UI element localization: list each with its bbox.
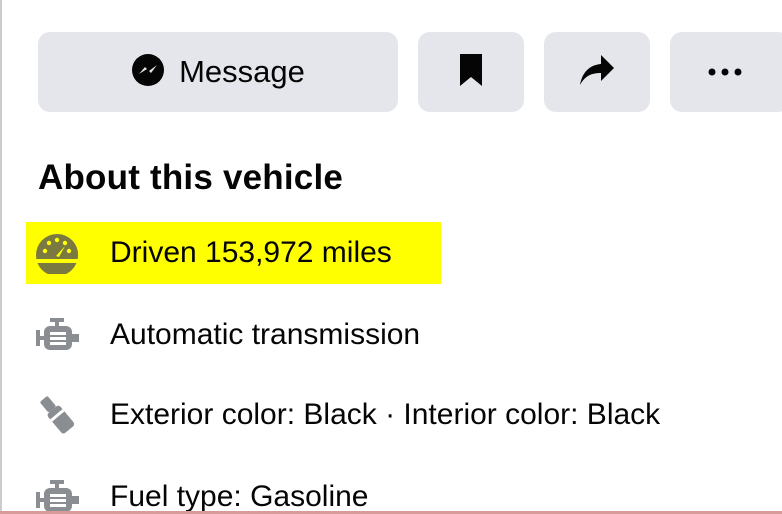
messenger-icon xyxy=(131,53,165,92)
detail-row-fuel: Fuel type: Gasoline xyxy=(26,466,368,514)
engine-icon xyxy=(34,471,94,514)
transmission-text: Automatic transmission xyxy=(110,318,421,351)
section-heading: About this vehicle xyxy=(38,158,344,197)
detail-row-transmission: Automatic transmission xyxy=(26,304,420,366)
detail-row-mileage: Driven 153,972 miles xyxy=(26,222,441,284)
paint-brush-icon xyxy=(34,389,94,441)
detail-row-colors: Exterior color: Black · Interior color: … xyxy=(26,384,660,446)
message-button[interactable]: Message xyxy=(38,32,398,112)
bookmark-icon xyxy=(459,53,483,92)
more-dots-icon xyxy=(708,63,742,81)
message-button-label: Message xyxy=(179,54,305,89)
panel-left-border xyxy=(0,0,2,514)
more-options-button[interactable] xyxy=(670,32,782,112)
save-button[interactable] xyxy=(418,32,524,112)
share-button[interactable] xyxy=(544,32,650,112)
engine-icon xyxy=(34,309,94,361)
share-arrow-icon xyxy=(579,54,615,91)
fuel-type-text: Fuel type: Gasoline xyxy=(110,480,369,513)
speedometer-icon xyxy=(34,227,94,279)
action-bar: Message xyxy=(38,32,782,112)
mileage-text: Driven 153,972 miles xyxy=(110,236,392,269)
vehicle-details-panel: Message About this vehicle Driven 153,97… xyxy=(0,0,782,514)
colors-text: Exterior color: Black · Interior color: … xyxy=(110,398,661,431)
